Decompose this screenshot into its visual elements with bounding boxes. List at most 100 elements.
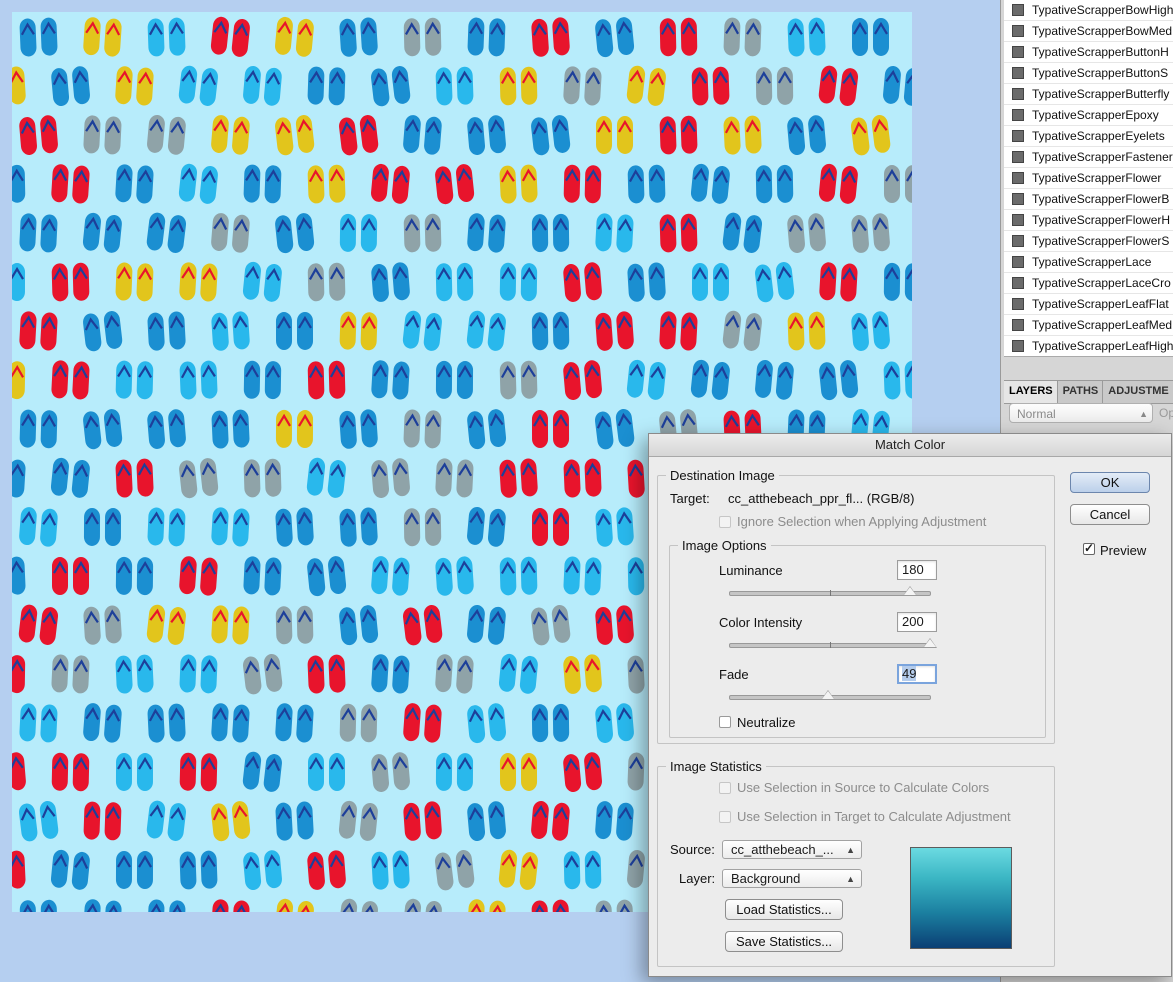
fade-label: Fade [719,667,749,682]
preview-checkbox[interactable] [1083,541,1095,555]
color-intensity-input[interactable]: 200 [897,612,937,632]
style-swatch-icon [1012,25,1024,37]
style-list-item[interactable]: TypativeScrapperLeafHigh [1004,336,1173,356]
style-list-item-label: TypativeScrapperLeafMed [1032,318,1173,332]
layers-panel-tabs: LAYERS PATHS ADJUSTME [1004,380,1173,404]
load-statistics-button[interactable]: Load Statistics... [725,899,843,920]
flipflop-pair [883,360,912,400]
style-swatch-icon [1012,130,1024,142]
color-intensity-slider-tick [830,642,831,648]
style-list-item-label: TypativeScrapperLeafHigh [1032,339,1173,353]
flipflop-pair [883,164,912,204]
use-source-selection-checkbox[interactable] [719,782,731,794]
style-swatch-icon [1012,88,1024,100]
style-list-item[interactable]: TypativeScrapperLeafMed [1004,315,1173,336]
use-target-selection-checkbox[interactable] [719,811,731,823]
blend-mode-select[interactable]: Normal ▲ [1009,403,1153,423]
style-list-item-label: TypativeScrapperButterfly [1032,87,1170,101]
use-target-selection-label: Use Selection in Target to Calculate Adj… [737,809,1011,824]
blend-mode-value: Normal [1017,407,1056,421]
style-list-item[interactable]: TypativeScrapperFlowerH [1004,210,1173,231]
source-preview-thumbnail [910,847,1012,949]
save-statistics-button[interactable]: Save Statistics... [725,931,843,952]
styles-list[interactable]: TypativeScrapperBowHigh TypativeScrapperB… [1004,0,1173,357]
image-statistics-legend: Image Statistics [670,759,762,774]
image-options-legend: Image Options [682,538,767,553]
style-swatch-icon [1012,277,1024,289]
luminance-slider-thumb[interactable] [903,586,917,596]
flipflop-pair [12,263,26,302]
layer-label: Layer: [679,871,716,886]
style-swatch-icon [1012,214,1024,226]
flipflop-pair [883,65,912,106]
style-list-item-label: TypativeScrapperLace [1032,255,1152,269]
style-swatch-icon [1012,172,1024,184]
style-list-item[interactable]: TypativeScrapperLace [1004,252,1173,273]
updown-arrows-icon: ▲▼ [846,874,855,884]
style-list-item[interactable]: TypativeScrapperLaceCro [1004,273,1173,294]
source-select[interactable]: cc_atthebeach_... ▲▼ [722,840,862,859]
style-list-item[interactable]: TypativeScrapperButtonS [1004,63,1173,84]
style-list-item-label: TypativeScrapperButtonS [1032,66,1169,80]
style-list-item-label: TypativeScrapperFlower [1032,171,1162,185]
updown-arrows-icon: ▲▼ [846,845,855,855]
luminance-input[interactable]: 180 [897,560,937,580]
style-swatch-icon [1012,319,1024,331]
color-intensity-slider[interactable] [729,638,937,648]
ignore-selection-checkbox[interactable] [719,516,731,528]
fade-slider-thumb[interactable] [821,690,835,700]
target-value: cc_atthebeach_ppr_fl... (RGB/8) [728,491,915,506]
style-list-item[interactable]: TypativeScrapperEyelets [1004,126,1173,147]
flipflop-pair [12,556,26,595]
style-list-item[interactable]: TypativeScrapperBowHigh [1004,0,1173,21]
style-list-item[interactable]: TypativeScrapperButtonH [1004,42,1173,63]
fade-slider[interactable] [729,690,931,700]
style-list-item[interactable]: TypativeScrapperEpoxy [1004,105,1173,126]
ok-button[interactable]: OK [1070,472,1150,493]
style-swatch-icon [1012,298,1024,310]
neutralize-label: Neutralize [737,715,796,730]
match-color-dialog: Match Color Destination Image Target: cc… [648,433,1172,977]
tab-adjustments[interactable]: ADJUSTME [1103,381,1173,403]
tab-paths[interactable]: PATHS [1058,381,1104,403]
style-swatch-icon [1012,46,1024,58]
flipflop-pair [12,850,26,889]
style-list-item[interactable]: TypativeScrapperFlower [1004,168,1173,189]
flipflop-pair [12,164,26,203]
style-swatch-icon [1012,340,1024,352]
style-list-item-label: TypativeScrapperBowHigh [1032,3,1173,17]
style-list-item[interactable]: TypativeScrapperBowMed [1004,21,1173,42]
style-list-item[interactable]: TypativeScrapperFastener [1004,147,1173,168]
style-swatch-icon [1012,151,1024,163]
style-list-item-label: TypativeScrapperLeafFlat [1032,297,1169,311]
style-swatch-icon [1012,256,1024,268]
updown-arrows-icon: ▲ [1139,409,1148,419]
ignore-selection-label: Ignore Selection when Applying Adjustmen… [737,514,987,529]
color-intensity-value: 200 [902,614,924,629]
preview-label: Preview [1100,543,1147,558]
style-list-item-label: TypativeScrapperLaceCro [1032,276,1171,290]
luminance-slider[interactable] [729,586,931,596]
style-list-item[interactable]: TypativeScrapperLeafFlat [1004,294,1173,315]
style-swatch-icon [1012,4,1024,16]
cancel-button[interactable]: Cancel [1070,504,1150,525]
style-swatch-icon [1012,235,1024,247]
color-intensity-slider-thumb[interactable] [923,638,937,648]
luminance-value: 180 [902,562,924,577]
style-swatch-icon [1012,193,1024,205]
style-list-item[interactable]: TypativeScrapperFlowerS [1004,231,1173,252]
style-list-item-label: TypativeScrapperEpoxy [1032,108,1159,122]
layer-select[interactable]: Background ▲▼ [722,869,862,888]
destination-image-legend: Destination Image [670,468,775,483]
dialog-title: Match Color [649,434,1171,457]
style-list-item-label: TypativeScrapperFlowerS [1032,234,1170,248]
neutralize-checkbox[interactable] [719,716,731,728]
style-list-item[interactable]: TypativeScrapperButterfly [1004,84,1173,105]
fade-value: 49 [902,666,917,681]
fade-input[interactable]: 49 [897,664,937,684]
style-list-item[interactable]: TypativeScrapperFlowerB [1004,189,1173,210]
style-list-item-label: TypativeScrapperButtonH [1032,45,1169,59]
color-intensity-label: Color Intensity [719,615,803,630]
use-source-selection-label: Use Selection in Source to Calculate Col… [737,780,990,795]
tab-layers[interactable]: LAYERS [1004,381,1058,403]
